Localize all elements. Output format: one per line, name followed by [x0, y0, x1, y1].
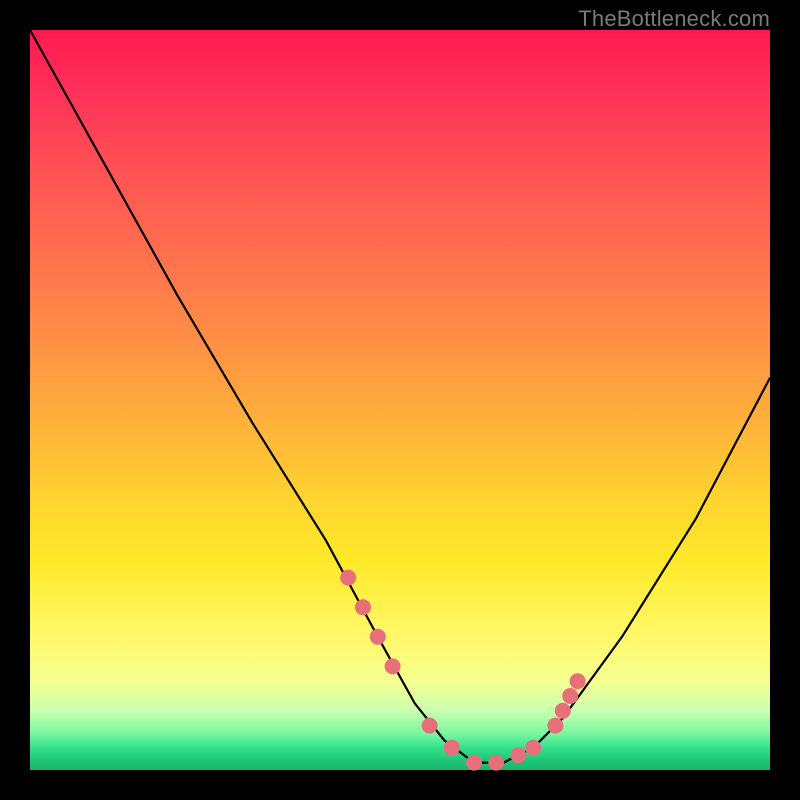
highlight-dot	[570, 673, 586, 689]
chart-frame: TheBottleneck.com	[0, 0, 800, 800]
highlight-dot	[340, 570, 356, 586]
highlight-dot	[370, 629, 386, 645]
highlight-dot	[385, 658, 401, 674]
highlight-dot	[547, 718, 563, 734]
plot-area	[30, 30, 770, 770]
highlight-dot	[510, 747, 526, 763]
highlight-dot	[444, 740, 460, 756]
bottleneck-curve	[30, 30, 770, 763]
highlight-dot	[562, 688, 578, 704]
highlight-dot	[525, 740, 541, 756]
highlight-dot	[422, 718, 438, 734]
highlight-dot	[355, 599, 371, 615]
highlight-dot	[466, 755, 482, 771]
attribution-text: TheBottleneck.com	[578, 6, 770, 32]
highlight-dots	[340, 570, 585, 771]
curve-layer	[30, 30, 770, 770]
highlight-dot	[488, 755, 504, 771]
highlight-dot	[555, 703, 571, 719]
